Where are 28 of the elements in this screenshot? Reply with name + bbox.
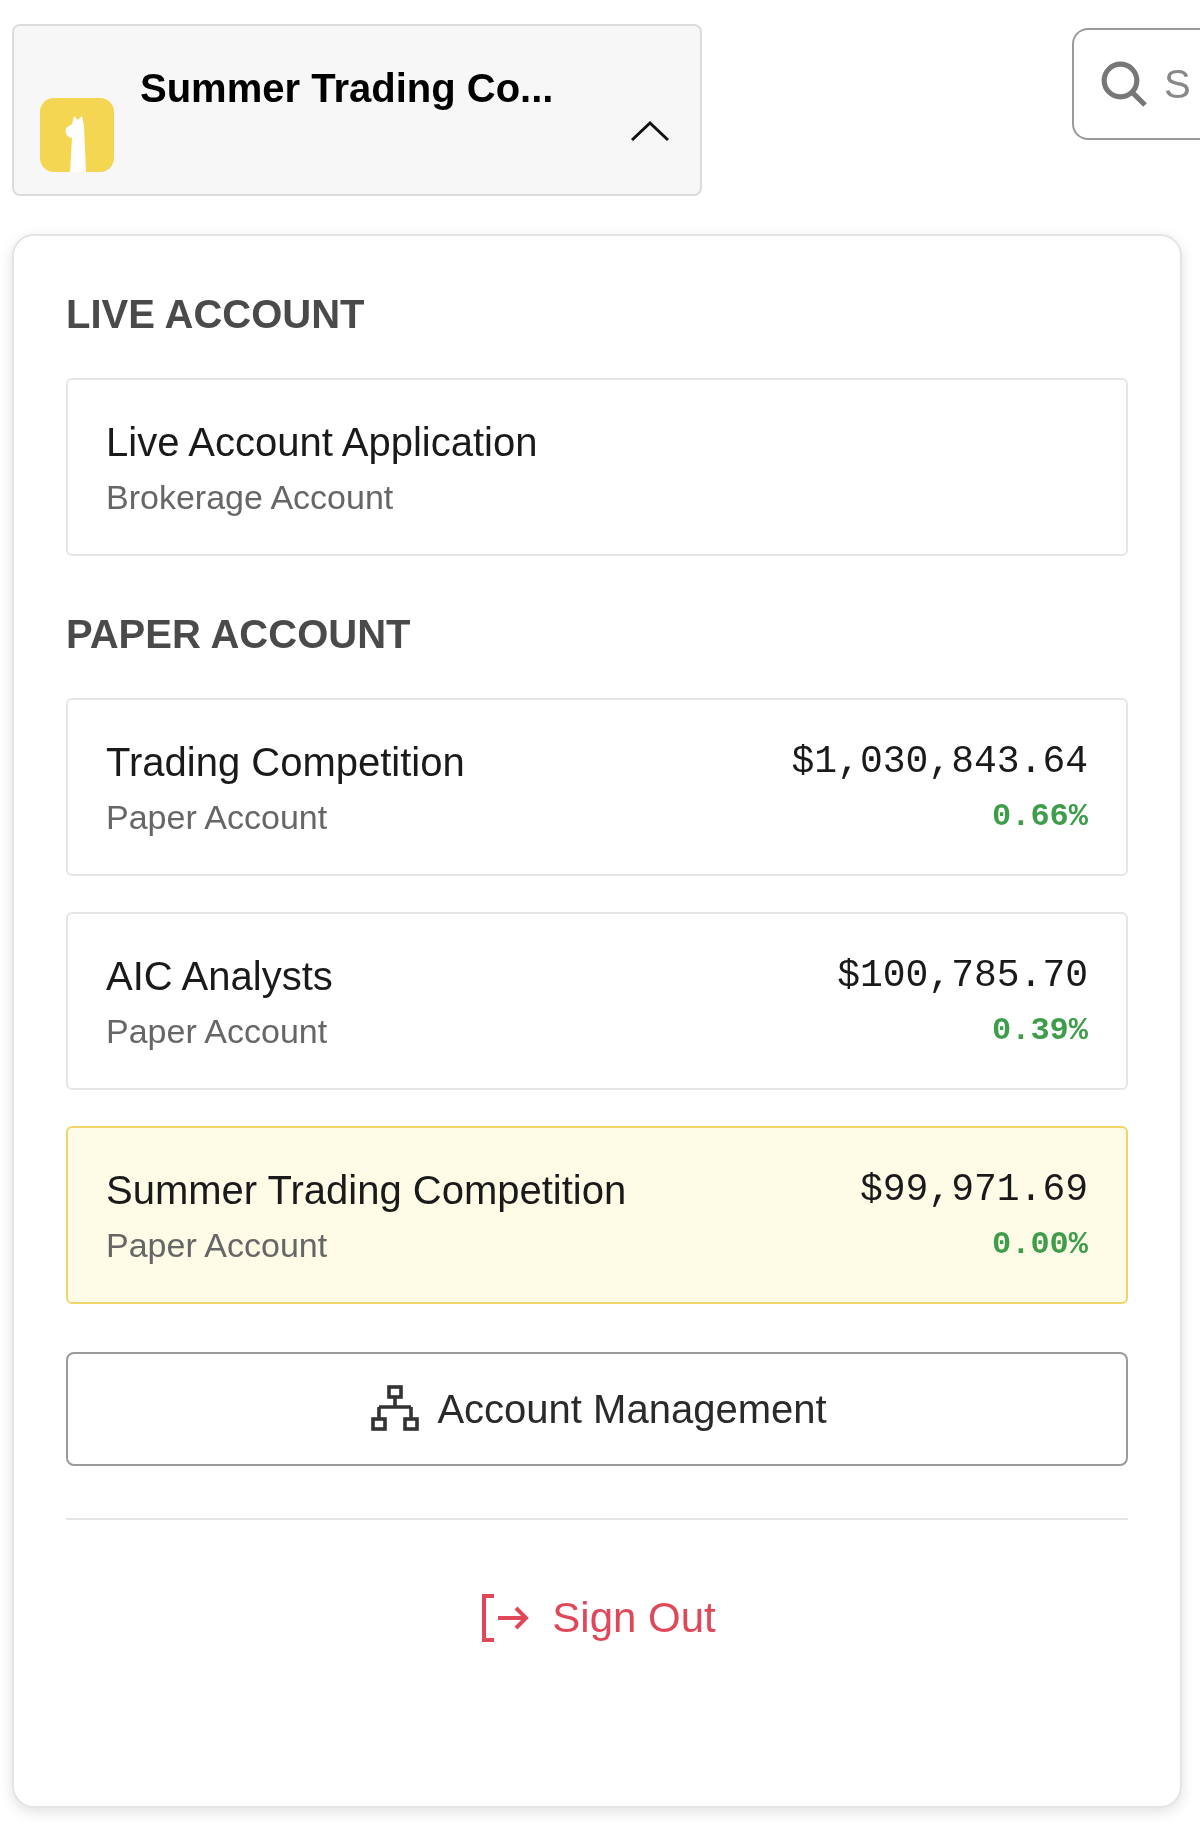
percent-change: 0.00%: [992, 1225, 1088, 1265]
account-balance: $100,785.70: [837, 953, 1088, 999]
account-management-button[interactable]: Account Management: [66, 1352, 1128, 1466]
account-name: Live Account Application: [106, 419, 538, 466]
search-placeholder: S: [1164, 61, 1191, 108]
account-name: AIC Analysts: [106, 953, 333, 1000]
section-heading: LIVE ACCOUNT: [66, 291, 366, 338]
llama-logo-icon: [40, 98, 114, 172]
account-card[interactable]: AIC Analysts Paper Account $100,785.70 0.39%: [66, 912, 1128, 1090]
chevron-up-icon: [630, 120, 670, 142]
search-field[interactable]: S: [1072, 28, 1200, 140]
percent-change: 0.66%: [992, 797, 1088, 837]
section-heading: PAPER ACCOUNT: [66, 611, 412, 658]
account-type: Paper Account: [106, 797, 329, 838]
account-card[interactable]: Trading Competition Paper Account $1,030,843.64 0.66%: [66, 698, 1128, 876]
account-type: Brokerage Account: [106, 477, 395, 518]
account-card[interactable]: Live Account Application Brokerage Account: [66, 378, 1128, 556]
account-switcher[interactable]: Summer Trading Co...: [12, 24, 702, 196]
percent-change: 0.39%: [992, 1011, 1088, 1051]
account-title: Summer Trading Co...: [140, 65, 554, 112]
account-type: Paper Account: [106, 1225, 329, 1266]
account-card[interactable]: Summer Trading Competition Paper Account $99,971.69 0.00%: [66, 1126, 1128, 1304]
account-name: Trading Competition: [106, 739, 465, 786]
account-balance: $1,030,843.64: [791, 739, 1088, 785]
account-name: Summer Trading Competition: [106, 1167, 627, 1214]
account-type: Paper Account: [106, 1011, 329, 1052]
account-balance: $99,971.69: [859, 1167, 1088, 1213]
sign-out-button[interactable]: Sign Out: [478, 1586, 716, 1649]
